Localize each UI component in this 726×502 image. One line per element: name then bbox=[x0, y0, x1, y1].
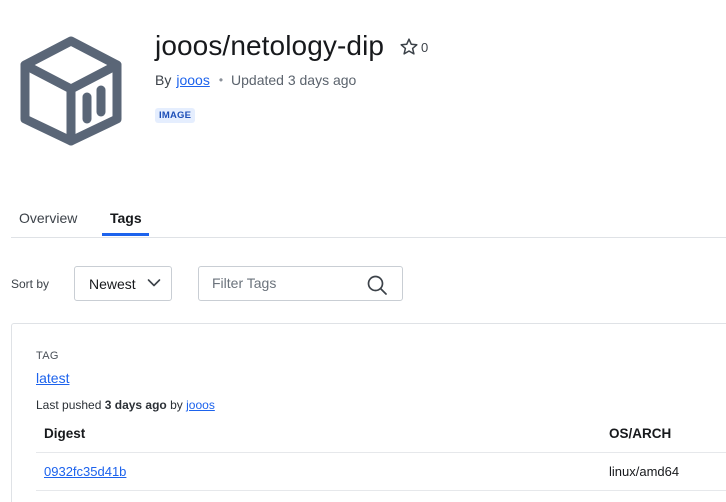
pushed-when: 3 days ago bbox=[104, 398, 167, 412]
filter-tags-input[interactable] bbox=[212, 275, 362, 291]
tab-bar: Overview Tags bbox=[11, 200, 726, 238]
search-icon[interactable] bbox=[366, 274, 388, 296]
os-arch-value: linux/amd64 bbox=[609, 464, 680, 479]
tab-overview[interactable]: Overview bbox=[19, 210, 77, 226]
tab-tags[interactable]: Tags bbox=[110, 210, 142, 226]
table-divider bbox=[36, 452, 726, 453]
tag-caption: TAG bbox=[36, 350, 59, 362]
updated-text: Updated 3 days ago bbox=[231, 72, 357, 88]
star-count: 0 bbox=[421, 39, 429, 55]
table-divider bbox=[36, 490, 726, 491]
image-badge: IMAGE bbox=[155, 108, 196, 123]
tag-name-link[interactable]: latest bbox=[36, 370, 69, 386]
byline: By jooos • Updated 3 days ago bbox=[155, 72, 356, 88]
owner-link[interactable]: jooos bbox=[176, 72, 209, 88]
star-icon bbox=[400, 38, 418, 55]
last-pushed-text: Last pushed 3 days ago by jooos bbox=[36, 398, 215, 412]
pushed-by-link[interactable]: jooos bbox=[186, 398, 215, 412]
filter-tags-field bbox=[198, 266, 403, 301]
pushed-by-word: by bbox=[170, 398, 183, 412]
sort-value: Newest bbox=[89, 275, 136, 292]
sort-label: Sort by bbox=[11, 277, 50, 291]
active-tab-indicator bbox=[102, 233, 149, 236]
repository-title: jooos/netology-dip bbox=[155, 30, 385, 61]
digest-link[interactable]: 0932fc35d41b bbox=[44, 464, 126, 479]
by-label: By bbox=[155, 72, 172, 88]
separator-dot: • bbox=[218, 73, 224, 87]
repository-page: jooos/netology-dip 0 By jooos • Updated … bbox=[0, 0, 726, 502]
star-button[interactable]: 0 bbox=[399, 37, 428, 57]
tag-panel: TAG latest Last pushed 3 days ago by joo… bbox=[11, 323, 726, 502]
sort-select[interactable]: Newest bbox=[74, 266, 172, 301]
pushed-prefix: Last pushed bbox=[36, 398, 102, 412]
column-header-os-arch: OS/ARCH bbox=[609, 426, 672, 441]
image-cube-icon bbox=[20, 36, 122, 146]
chevron-down-icon bbox=[147, 279, 161, 287]
column-header-digest: Digest bbox=[44, 426, 86, 441]
